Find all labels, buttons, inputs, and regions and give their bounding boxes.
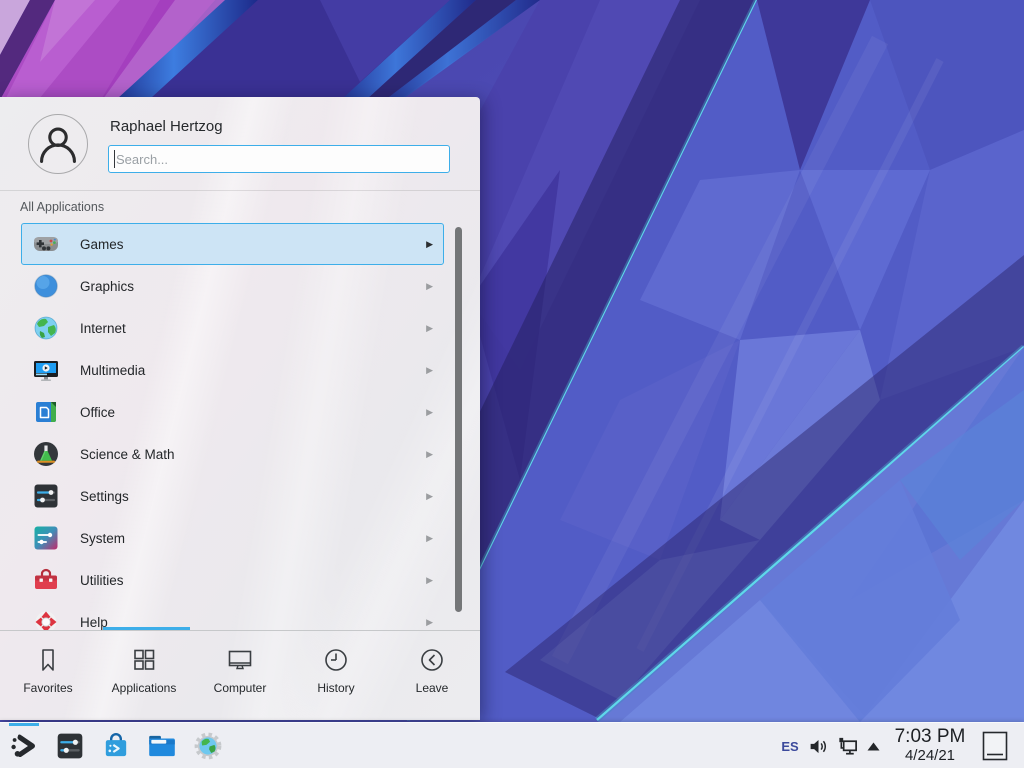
submenu-arrow-icon: ▶ (426, 323, 433, 334)
category-label: Graphics (80, 279, 134, 294)
network-tray-button[interactable] (834, 723, 860, 768)
web-browser-launcher[interactable] (192, 723, 224, 768)
desktop: Raphael Hertzog All Applications Games ▶ (0, 0, 1024, 768)
user-name: Raphael Hertzog (110, 118, 223, 135)
tab-leave[interactable]: Leave (384, 631, 480, 720)
user-avatar[interactable] (28, 114, 88, 174)
network-icon (836, 735, 859, 758)
globe-icon (32, 314, 60, 342)
clock-time: 7:03 PM (886, 726, 974, 747)
application-launcher-button[interactable] (6, 723, 42, 768)
category-row-help[interactable]: Help ▶ (21, 601, 444, 630)
system-sliders-icon (32, 524, 60, 552)
digital-clock[interactable]: 7:03 PM 4/24/21 (886, 726, 974, 768)
application-launcher-menu: Raphael Hertzog All Applications Games ▶ (0, 97, 480, 720)
category-row-utilities[interactable]: Utilities ▶ (21, 559, 444, 601)
keyboard-layout-indicator[interactable]: ES (778, 723, 802, 768)
tab-label: Applications (112, 681, 177, 695)
volume-tray-button[interactable] (806, 723, 830, 768)
show-desktop-icon (982, 731, 1008, 761)
volume-icon (808, 736, 829, 757)
tab-applications[interactable]: Applications (96, 631, 192, 720)
category-row-games[interactable]: Games ▶ (21, 223, 444, 265)
monitor-play-icon (32, 356, 60, 384)
lifebuoy-icon (32, 608, 60, 630)
user-icon (29, 115, 87, 173)
text-cursor (114, 150, 115, 168)
launcher-tabbar: Favorites Applications Computer (0, 631, 480, 720)
gamepad-icon (32, 230, 60, 258)
category-label: Internet (80, 321, 126, 336)
tab-label: Computer (214, 681, 267, 695)
grid-icon (130, 646, 158, 674)
section-label: All Applications (20, 200, 104, 214)
category-row-science-math[interactable]: Science & Math ▶ (21, 433, 444, 475)
active-task-indicator (9, 723, 39, 726)
submenu-arrow-icon: ▶ (426, 533, 433, 544)
clock-icon (322, 646, 350, 674)
document-icon (32, 398, 60, 426)
show-desktop-button[interactable] (982, 731, 1008, 761)
category-list: Games ▶ Graphics ▶ (0, 222, 480, 630)
submenu-arrow-icon: ▶ (426, 617, 433, 628)
taskbar-panel: ES 7:03 PM 4/24/21 (0, 722, 1024, 768)
keyboard-layout-label: ES (781, 739, 798, 754)
category-row-multimedia[interactable]: Multimedia ▶ (21, 349, 444, 391)
category-label: System (80, 531, 125, 546)
flask-icon (32, 440, 60, 468)
kde-launcher-icon (10, 732, 38, 760)
submenu-arrow-icon: ▶ (426, 575, 433, 586)
category-row-office[interactable]: Office ▶ (21, 391, 444, 433)
file-manager-launcher[interactable] (145, 723, 179, 768)
toolbox-icon (32, 566, 60, 594)
tab-computer[interactable]: Computer (192, 631, 288, 720)
discover-launcher[interactable] (100, 723, 132, 768)
submenu-arrow-icon: ▶ (426, 281, 433, 292)
folder-icon (146, 731, 178, 761)
submenu-arrow-icon: ▶ (426, 449, 433, 460)
system-settings-launcher[interactable] (54, 723, 86, 768)
category-label: Settings (80, 489, 129, 504)
tray-expander-button[interactable] (862, 723, 884, 768)
tab-history[interactable]: History (288, 631, 384, 720)
header-divider (0, 190, 480, 191)
category-row-internet[interactable]: Internet ▶ (21, 307, 444, 349)
browser-globe-icon (193, 731, 223, 761)
tab-label: History (317, 681, 354, 695)
search-input[interactable] (108, 145, 450, 173)
tab-favorites[interactable]: Favorites (0, 631, 96, 720)
submenu-arrow-icon: ▶ (426, 491, 433, 502)
sliders-icon (32, 482, 60, 510)
category-row-settings[interactable]: Settings ▶ (21, 475, 444, 517)
submenu-arrow-icon: ▶ (426, 407, 433, 418)
category-label: Science & Math (80, 447, 175, 462)
category-label: Office (80, 405, 115, 420)
discover-icon (101, 731, 131, 761)
system-settings-icon (55, 731, 85, 761)
submenu-arrow-icon: ▶ (426, 365, 433, 376)
category-label: Utilities (80, 573, 124, 588)
tab-label: Favorites (23, 681, 72, 695)
category-row-graphics[interactable]: Graphics ▶ (21, 265, 444, 307)
submenu-arrow-icon: ▶ (426, 239, 433, 250)
clock-date: 4/24/21 (886, 747, 974, 764)
tab-label: Leave (416, 681, 449, 695)
computer-icon (226, 646, 254, 674)
category-label: Multimedia (80, 363, 145, 378)
list-scrollbar[interactable] (455, 227, 462, 612)
category-row-system[interactable]: System ▶ (21, 517, 444, 559)
category-label: Games (80, 237, 124, 252)
leave-icon (418, 646, 446, 674)
expand-arrow-icon (867, 742, 880, 751)
sphere-icon (32, 272, 60, 300)
bookmark-icon (34, 646, 62, 674)
